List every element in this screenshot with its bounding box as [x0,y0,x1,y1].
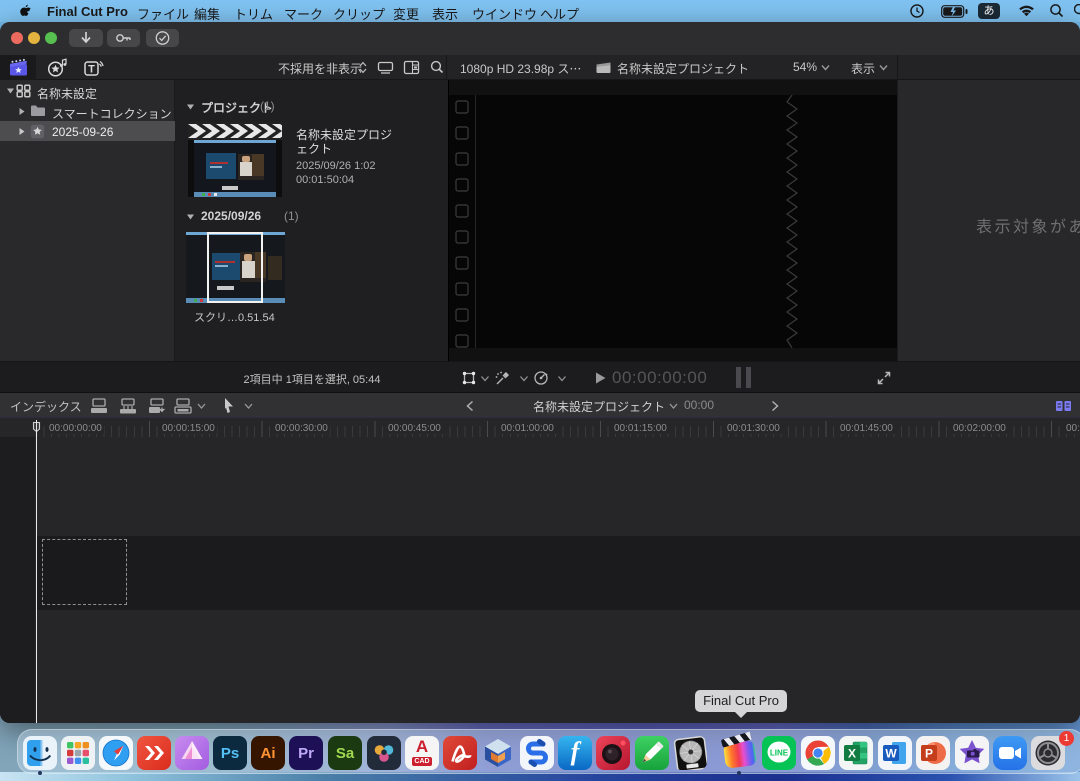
svg-text:T: T [88,64,95,76]
svg-text:P: P [925,747,933,761]
svg-text:LINE: LINE [770,749,789,758]
svg-text:X: X [848,747,856,761]
svg-text:W: W [885,747,897,761]
